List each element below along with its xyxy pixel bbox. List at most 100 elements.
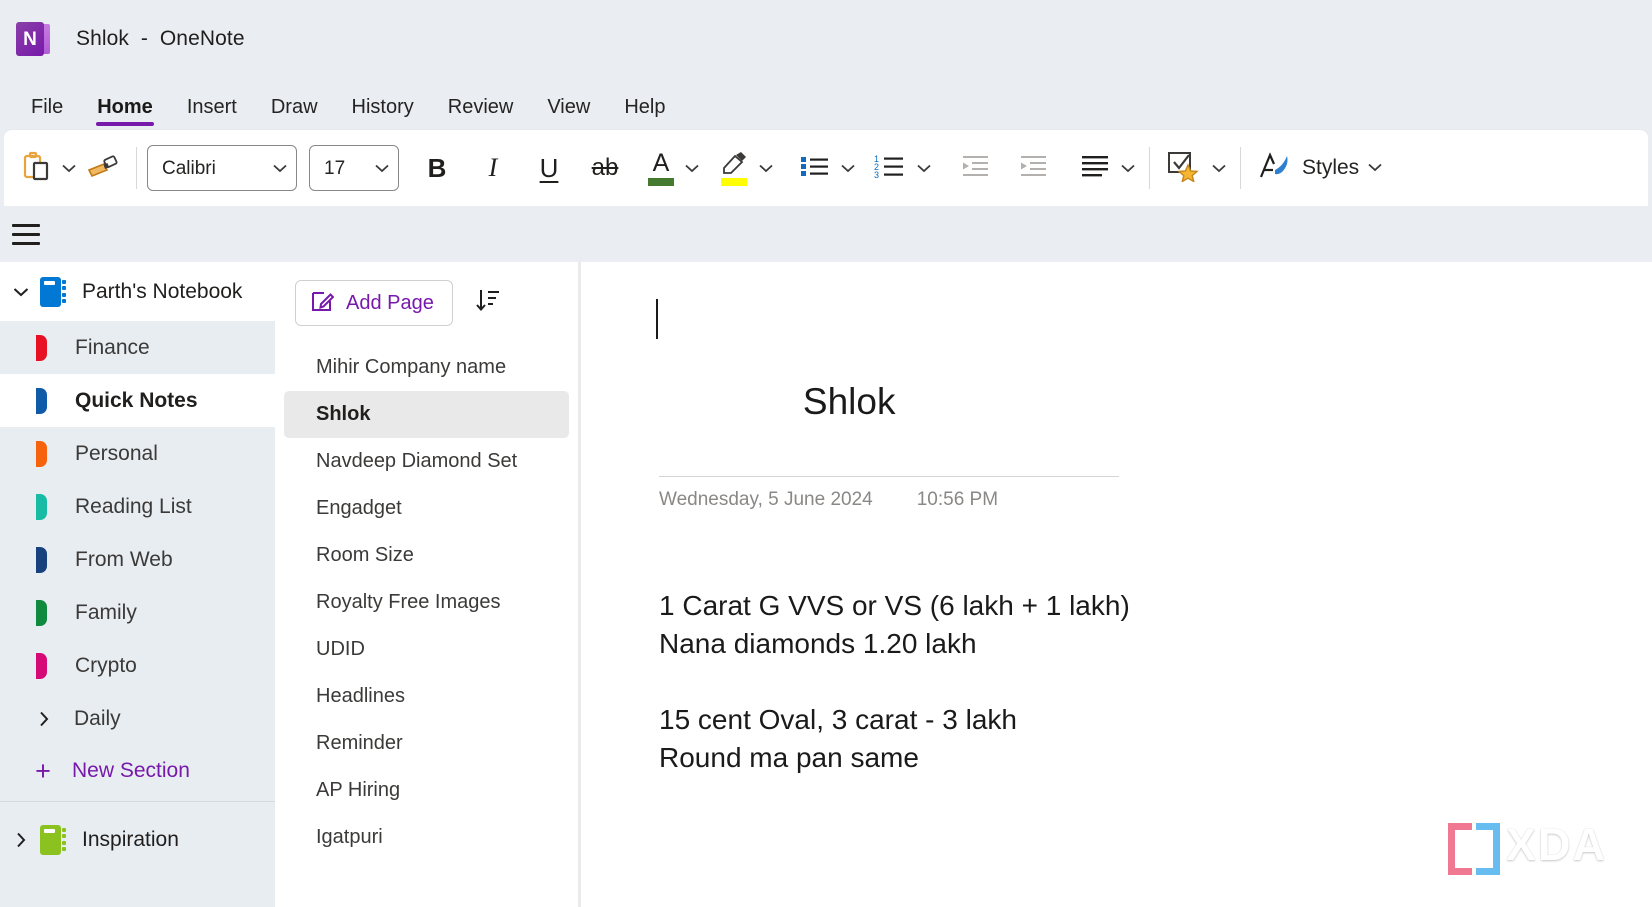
numbered-list-button[interactable]: 1 2 3	[867, 145, 913, 191]
title-underline	[659, 476, 1119, 478]
bulleted-list-button[interactable]	[793, 145, 837, 191]
page-list-item[interactable]: Igatpuri	[284, 814, 569, 861]
sidebar-section-reading-list[interactable]: Reading List	[0, 480, 275, 533]
chevron-down-icon[interactable]	[4, 262, 38, 321]
sidebar-section-from-web[interactable]: From Web	[0, 533, 275, 586]
format-painter-button[interactable]	[80, 145, 126, 191]
notebook-parths-notebook[interactable]: Parth's Notebook	[0, 262, 275, 321]
paste-icon	[20, 150, 52, 187]
chevron-down-icon	[841, 164, 855, 173]
tab-draw[interactable]: Draw	[254, 97, 335, 130]
onenote-window: N Shlok - OneNote File Home Insert Draw …	[0, 0, 1652, 907]
italic-button[interactable]: I	[473, 145, 513, 191]
numbered-list-dropdown[interactable]	[913, 145, 935, 191]
page-title-text: Shlok	[802, 381, 896, 423]
tags-group	[1160, 130, 1230, 206]
hamburger-line	[12, 223, 40, 227]
notebook-cover	[40, 276, 61, 307]
font-color-dropdown[interactable]	[681, 145, 703, 191]
highlight-color-swatch	[721, 177, 747, 186]
sort-pages-button[interactable]	[467, 282, 509, 324]
page-list-item[interactable]: Reminder	[284, 720, 569, 767]
notebook-label: Parth's Notebook	[82, 279, 243, 303]
notebook-inspiration[interactable]: Inspiration	[0, 810, 275, 869]
text-cursor	[656, 299, 658, 339]
styles-button[interactable]: Styles	[1251, 145, 1388, 191]
page-title[interactable]: Shlok	[656, 296, 1119, 476]
page-list-item[interactable]: AP Hiring	[284, 767, 569, 814]
decrease-indent-button[interactable]	[953, 145, 997, 191]
sidebar-section-finance[interactable]: Finance	[0, 321, 275, 374]
numbered-list-icon: 1 2 3	[873, 153, 907, 184]
add-page-label: Add Page	[346, 291, 434, 314]
sidebar-section-group-daily[interactable]: Daily	[0, 692, 275, 745]
tags-icon	[1166, 150, 1202, 187]
page-list-item[interactable]: Navdeep Diamond Set	[284, 438, 569, 485]
notebook-rings	[62, 279, 66, 304]
align-dropdown[interactable]	[1117, 145, 1139, 191]
page-list-item[interactable]: Room Size	[284, 532, 569, 579]
note-blank-line	[659, 663, 1652, 701]
highlight-button[interactable]	[713, 145, 755, 191]
underline-button[interactable]: U	[529, 145, 569, 191]
highlight-color-dropdown[interactable]	[755, 145, 777, 191]
paste-options-dropdown[interactable]	[58, 145, 80, 191]
page-list-item[interactable]: UDID	[284, 626, 569, 673]
tab-review[interactable]: Review	[431, 97, 531, 130]
new-section-button[interactable]: + New Section	[0, 745, 275, 797]
align-button[interactable]	[1073, 145, 1117, 191]
window-title: Shlok - OneNote	[76, 27, 245, 50]
ribbon-separator-2	[1149, 147, 1150, 189]
page-list-item[interactable]: Engadget	[284, 485, 569, 532]
tab-history[interactable]: History	[335, 97, 431, 130]
ribbon-separator	[136, 147, 137, 189]
bold-button[interactable]: B	[417, 145, 457, 191]
tags-button[interactable]	[1160, 145, 1208, 191]
strikethrough-button[interactable]: ab	[585, 145, 625, 191]
note-line: Nana diamonds 1.20 lakh	[659, 628, 977, 660]
tab-help[interactable]: Help	[607, 97, 682, 130]
page-list-item[interactable]: Headlines	[284, 673, 569, 720]
paste-button[interactable]	[14, 145, 58, 191]
notebook-rings	[62, 827, 66, 852]
navigation-bar	[0, 206, 1652, 262]
bulleted-list-dropdown[interactable]	[837, 145, 859, 191]
page-list-item[interactable]: Mihir Company name	[284, 344, 569, 391]
sidebar-section-quick-notes[interactable]: Quick Notes	[0, 374, 275, 427]
note-body[interactable]: 1 Carat G VVS or VS (6 lakh + 1 lakh) Na…	[659, 587, 1652, 777]
tab-view[interactable]: View	[530, 97, 607, 130]
workspace: Parth's Notebook Finance Quick Notes Per…	[0, 206, 1652, 907]
sidebar-section-crypto[interactable]: Crypto	[0, 639, 275, 692]
chevron-down-icon	[273, 157, 287, 179]
clipboard-group	[14, 130, 126, 206]
ribbon-separator-3	[1240, 147, 1241, 189]
font-color-button[interactable]: A	[641, 145, 681, 191]
styles-label: Styles	[1302, 156, 1360, 179]
add-page-button[interactable]: Add Page	[295, 280, 453, 326]
note-canvas[interactable]: Shlok Wednesday, 5 June 2024 10:56 PM 1 …	[578, 262, 1652, 907]
hamburger-line	[12, 241, 40, 245]
tab-file[interactable]: File	[14, 97, 80, 130]
section-color-tab	[36, 652, 47, 679]
sidebar-section-personal[interactable]: Personal	[0, 427, 275, 480]
hamburger-menu-icon[interactable]	[8, 218, 44, 250]
section-color-tab	[36, 599, 47, 626]
panes: Parth's Notebook Finance Quick Notes Per…	[0, 262, 1652, 907]
increase-indent-button[interactable]	[1011, 145, 1055, 191]
page-list-item[interactable]: Royalty Free Images	[284, 579, 569, 626]
sidebar-section-family[interactable]: Family	[0, 586, 275, 639]
tab-home[interactable]: Home	[80, 97, 170, 130]
ribbon-tab-bar: File Home Insert Draw History Review Vie…	[0, 78, 1652, 130]
chevron-down-icon	[685, 164, 699, 173]
page-list-item-selected[interactable]: Shlok	[284, 391, 569, 438]
chevron-right-icon[interactable]	[4, 810, 38, 869]
tab-insert[interactable]: Insert	[170, 97, 254, 130]
font-name-combo[interactable]: Calibri	[147, 145, 297, 191]
font-size-combo[interactable]: 17	[309, 145, 399, 191]
tags-dropdown[interactable]	[1208, 145, 1230, 191]
page-title-block[interactable]: Shlok Wednesday, 5 June 2024 10:56 PM	[656, 296, 1119, 511]
section-label: Personal	[75, 441, 158, 465]
chevron-down-icon	[1121, 164, 1135, 173]
new-page-icon	[310, 289, 335, 318]
title-bar: N Shlok - OneNote	[0, 0, 1652, 78]
